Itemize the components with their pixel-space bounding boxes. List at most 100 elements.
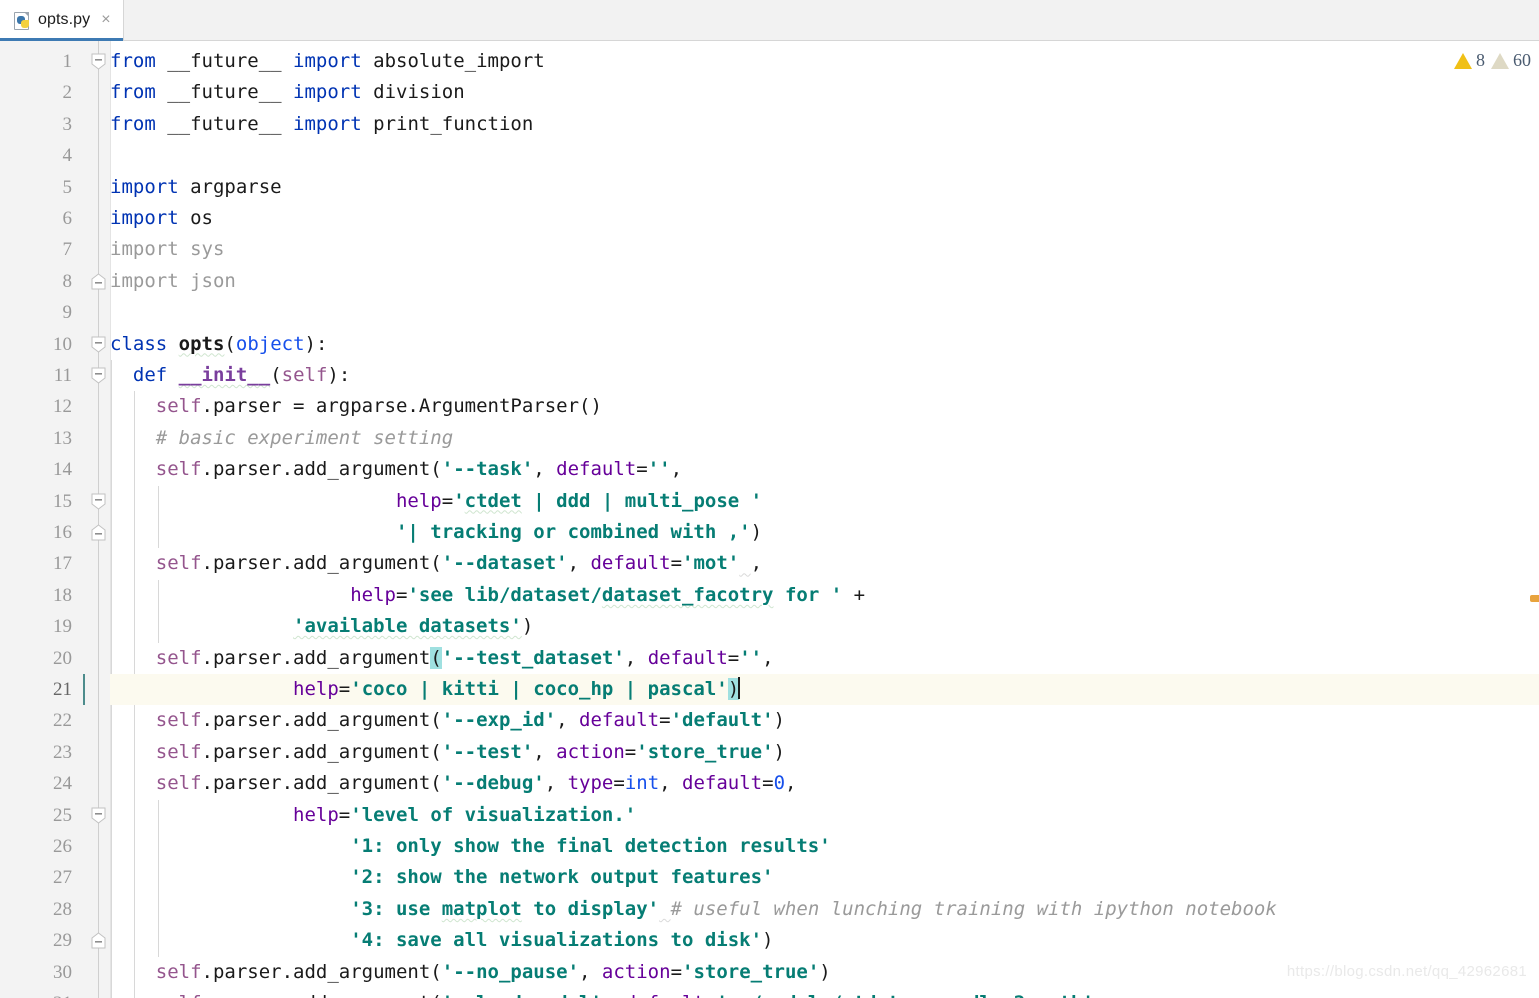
code-token: 'see lib/dataset/ (407, 583, 602, 606)
code-token: self (155, 709, 202, 732)
code-line[interactable]: from __future__ import division (110, 77, 1539, 108)
line-number: 12 (53, 396, 72, 418)
tab-opts-py[interactable]: opts.py × (0, 0, 124, 41)
fold-collapse-icon[interactable] (91, 336, 106, 353)
code-line[interactable]: self.parser.add_argument('--dataset', de… (110, 548, 1539, 579)
code-token: object (235, 332, 305, 355)
code-line[interactable]: self.parser.add_argument('--test', actio… (110, 737, 1539, 768)
error-marker-stripe[interactable] (1527, 41, 1539, 998)
code-line[interactable]: help='ctdet | ddd | multi_pose ' (110, 486, 1539, 517)
code-line[interactable]: '| tracking or combined with ,') (110, 517, 1539, 548)
tab-label: opts.py (38, 11, 91, 28)
code-line[interactable]: self.parser = argparse.ArgumentParser() (110, 391, 1539, 422)
code-line-text: help='level of visualization.' (110, 804, 636, 826)
code-line[interactable]: self.parser.add_argument('--load_model',… (110, 988, 1539, 998)
code-line-text: from __future__ import absolute_import (110, 50, 545, 72)
fold-collapse-icon[interactable] (91, 807, 106, 824)
code-token: __future__ (155, 50, 294, 72)
code-token: '' (647, 458, 671, 481)
code-token: self (155, 740, 202, 763)
code-line[interactable]: # basic experiment setting (110, 423, 1539, 454)
code-line[interactable]: '4: save all visualizations to disk') (110, 925, 1539, 956)
editor-tab-bar: opts.py × (0, 0, 1539, 41)
code-token: from (110, 81, 156, 104)
code-line[interactable]: help='level of visualization.' (110, 800, 1539, 831)
code-token: = (670, 552, 683, 575)
weak-warning-group[interactable]: 60 (1491, 50, 1531, 71)
text-caret (738, 677, 741, 699)
code-line[interactable]: import json (110, 266, 1539, 297)
code-token: , (533, 458, 557, 481)
code-line-text: help='coco | kitti | coco_hp | pascal') (110, 677, 741, 700)
code-folding-gutter[interactable] (88, 41, 111, 998)
line-number: 4 (62, 145, 73, 167)
code-token: = (670, 960, 683, 983)
warning-group[interactable]: 8 (1454, 50, 1485, 71)
fold-collapse-icon[interactable] (91, 493, 106, 510)
code-line-text: self.parser.add_argument('--task', defau… (110, 458, 682, 480)
code-token: self (155, 960, 202, 983)
line-number: 31 (8, 988, 72, 998)
line-number-gutter[interactable]: 1 2 3 4 5 6 7 8 9 10 11 12 13 14 15 16 17 18 19 20 21 22 23 24 2… (0, 41, 88, 998)
code-token: ): (304, 332, 328, 355)
code-token: .parser.add_argument( (202, 992, 442, 998)
code-token: = (636, 458, 648, 481)
line-number: 1 (62, 51, 73, 72)
code-line[interactable] (110, 140, 1539, 171)
code-line[interactable]: import sys (110, 234, 1539, 265)
code-token: ): (327, 364, 351, 386)
inspection-widget[interactable]: 8 60 (1454, 50, 1531, 71)
fold-end-icon[interactable] (91, 273, 106, 290)
close-icon[interactable]: × (101, 12, 110, 28)
fold-collapse-icon[interactable] (91, 53, 106, 70)
code-token: 'available datasets' (293, 615, 522, 638)
code-token: , (602, 992, 625, 998)
code-line[interactable]: from __future__ import print_function (110, 109, 1539, 140)
code-token: = (659, 709, 671, 732)
code-line[interactable]: self.parser.add_argument('--debug', type… (110, 768, 1539, 799)
code-line[interactable]: help='see lib/dataset/dataset_facotry fo… (110, 580, 1539, 611)
code-line[interactable]: '2: show the network output features' (110, 862, 1539, 893)
code-line[interactable]: def __init__(self): (110, 360, 1539, 391)
code-line[interactable]: help='coco | kitti | coco_hp | pascal') (110, 674, 1539, 706)
inspection-marker[interactable] (1530, 595, 1539, 602)
code-line[interactable]: import os (110, 203, 1539, 234)
code-line[interactable] (110, 297, 1539, 328)
code-token: = (727, 646, 740, 669)
code-token: action (601, 960, 671, 983)
code-line[interactable]: from __future__ import absolute_import (110, 46, 1539, 77)
code-token: to display' (521, 897, 660, 920)
code-token: action (556, 740, 625, 763)
code-token: '--exp_id' (441, 709, 557, 732)
code-token: self (155, 772, 202, 795)
code-line-text: import sys (110, 238, 224, 260)
code-text-area[interactable]: from __future__ import absolute_importfr… (110, 41, 1539, 998)
code-token: 'mot' (682, 552, 740, 575)
code-line[interactable]: import argparse (110, 172, 1539, 203)
code-token: .parser = argparse.ArgumentParser() (201, 395, 602, 418)
fold-end-icon[interactable] (91, 524, 106, 541)
code-line-text: help='see lib/dataset/dataset_facotry fo… (110, 584, 876, 606)
code-line[interactable]: '1: only show the final detection result… (110, 831, 1539, 862)
code-line[interactable]: 'available datasets') (110, 611, 1539, 642)
code-line[interactable]: self.parser.add_argument('--test_dataset… (110, 643, 1539, 674)
fold-end-icon[interactable] (91, 932, 106, 949)
line-number: 30 (53, 961, 72, 983)
code-token: , (544, 772, 568, 795)
code-token: ) (773, 740, 785, 763)
fold-collapse-icon[interactable] (91, 367, 106, 384)
code-line[interactable]: class opts(object): (110, 329, 1539, 360)
code-token: os (178, 207, 213, 229)
code-token: = (613, 772, 625, 795)
code-token: '--test_dataset' (441, 646, 625, 669)
code-line[interactable]: '3: use matplot to display' # useful whe… (110, 894, 1539, 925)
code-editor[interactable]: 1 2 3 4 5 6 7 8 9 10 11 12 13 14 15 16 17 18 19 20 21 22 23 24 2… (0, 41, 1539, 998)
code-line[interactable]: self.parser.add_argument('--task', defau… (110, 454, 1539, 485)
code-line[interactable]: self.parser.add_argument('--exp_id', def… (110, 705, 1539, 736)
